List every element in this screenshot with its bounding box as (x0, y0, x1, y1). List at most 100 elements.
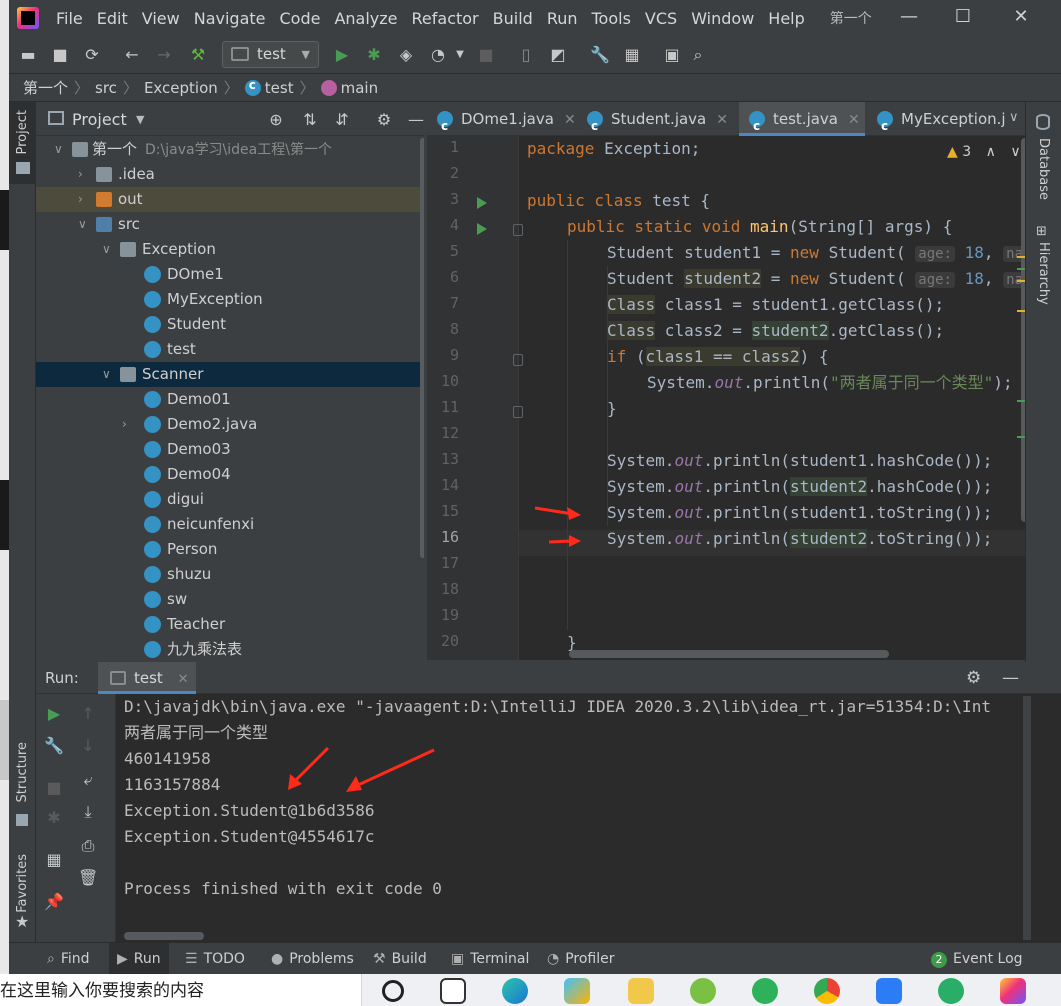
search-icon[interactable]: ⌕ (687, 44, 709, 66)
debug-icon[interactable]: ✱ (44, 808, 64, 828)
build-tool-button[interactable]: ⚒ Build (373, 951, 427, 967)
problems-tool-button[interactable]: ● Problems (271, 951, 354, 967)
run-icon[interactable]: ▶ (331, 44, 353, 66)
tab-test[interactable]: test.java ✕ (739, 102, 865, 143)
tab-dome1[interactable]: DOme1.java ✕ (427, 102, 576, 143)
minimize-icon[interactable]: — (889, 6, 929, 30)
run-configuration-select[interactable]: test ▼ (222, 41, 319, 68)
tree-node-root[interactable]: ∨ 第一个 D:\java学习\idea工程\第一个 (36, 137, 424, 162)
run-main-gutter-icon[interactable] (477, 223, 487, 235)
tree-node-class[interactable]: Person (36, 537, 424, 562)
build-hammer-icon[interactable]: ⚒ (187, 44, 209, 66)
open-folder-icon[interactable]: ▬ (17, 44, 39, 66)
find-tool-button[interactable]: ⌕ Find (47, 951, 90, 967)
menu-tools[interactable]: Tools (585, 9, 638, 28)
tree-node-src[interactable]: ∨ src (36, 212, 424, 237)
profile-icon[interactable]: ◔ (427, 44, 449, 66)
breadcrumb-item-class[interactable]: test (265, 79, 294, 97)
tree-node-class[interactable]: test (36, 337, 424, 362)
close-tab-icon[interactable]: ✕ (716, 112, 728, 128)
fold-marker-icon[interactable] (513, 406, 523, 418)
vscode-icon[interactable] (876, 978, 902, 1004)
tree-node-out[interactable]: › out (36, 187, 424, 212)
device-icon[interactable]: ▯ (515, 44, 537, 66)
profiler-tool-button[interactable]: ◔ Profiler (547, 951, 615, 967)
chevron-down-icon[interactable]: ▼ (136, 113, 144, 126)
scroll-down-icon[interactable]: ↓ (78, 736, 98, 756)
cortana-icon[interactable] (382, 980, 404, 1002)
sync-icon[interactable]: ⟳ (81, 44, 103, 66)
tree-node-class[interactable]: Demo03 (36, 437, 424, 462)
chrome-icon[interactable] (814, 978, 840, 1004)
tree-node-idea[interactable]: › .idea (36, 162, 424, 187)
project-structure-icon[interactable]: ▦ (621, 44, 643, 66)
close-tab-icon[interactable]: ✕ (178, 672, 189, 687)
todo-tool-button[interactable]: ☰ TODO (185, 951, 245, 967)
file-explorer-icon[interactable] (628, 978, 654, 1004)
menu-analyze[interactable]: Analyze (327, 9, 404, 28)
breadcrumb-item-project[interactable]: 第一个 (23, 77, 68, 98)
next-highlight-icon[interactable]: ∨ (1010, 144, 1020, 160)
run-tab-test[interactable]: test ✕ (98, 662, 196, 694)
inspection-widget[interactable]: ▲ 3 ∧ ∨ (947, 144, 1021, 160)
event-log-button[interactable]: 2 Event Log (931, 951, 1023, 968)
menu-navigate[interactable]: Navigate (187, 9, 273, 28)
expand-all-icon[interactable]: ⇅ (300, 110, 320, 130)
menu-code[interactable]: Code (273, 9, 328, 28)
menu-file[interactable]: File (49, 9, 90, 28)
menu-refactor[interactable]: Refactor (405, 9, 486, 28)
hierarchy-tool-tab[interactable]: Hierarchy (1036, 242, 1051, 305)
sdk-icon[interactable]: ◩ (547, 44, 569, 66)
tree-node-class[interactable]: › Demo2.java (36, 412, 424, 437)
menu-edit[interactable]: Edit (90, 9, 135, 28)
maximize-icon[interactable]: ☐ (943, 6, 983, 30)
app-icon[interactable] (690, 978, 716, 1004)
console-scrollbar[interactable] (1023, 696, 1031, 940)
tabs-dropdown-icon[interactable]: ∨ (1009, 110, 1019, 125)
taskbar-search-input[interactable]: 在这里输入你要搜索的内容 (0, 974, 362, 1006)
tree-node-class[interactable]: Demo01 (36, 387, 424, 412)
coverage-icon[interactable]: ◈ (395, 44, 417, 66)
run-class-gutter-icon[interactable] (477, 197, 487, 209)
project-panel-title[interactable]: Project (72, 110, 127, 129)
run-tool-button[interactable]: ▶ Run (109, 943, 169, 974)
gear-icon[interactable]: ⚙ (966, 668, 981, 688)
structure-tool-tab[interactable]: Structure (15, 742, 30, 802)
tree-node-class[interactable]: digui (36, 487, 424, 512)
task-view-icon[interactable] (440, 978, 466, 1004)
breadcrumb-item-method[interactable]: main (341, 79, 378, 97)
browser-icon[interactable] (752, 978, 778, 1004)
hide-panel-icon[interactable]: — (1002, 668, 1019, 688)
tree-node-class[interactable]: Student (36, 312, 424, 337)
print-icon[interactable]: ⎙ (78, 836, 98, 856)
menu-window[interactable]: Window (684, 9, 761, 28)
intellij-taskbar-icon[interactable] (1000, 978, 1026, 1004)
profile-dropdown-icon[interactable]: ▼ (449, 44, 471, 66)
back-icon[interactable]: ← (121, 44, 143, 66)
console-horizontal-scrollbar[interactable] (124, 932, 204, 940)
tree-node-class[interactable]: neicunfenxi (36, 512, 424, 537)
favorites-tool-tab[interactable]: Favorites (15, 854, 30, 913)
wrench-icon[interactable]: 🔧 (44, 736, 64, 756)
debug-icon[interactable]: ✱ (363, 44, 385, 66)
pin-icon[interactable]: 📌 (44, 892, 64, 912)
code-area[interactable]: package Exception; public class test { p… (527, 136, 1025, 660)
tab-student[interactable]: Student.java ✕ (577, 102, 737, 143)
tree-node-class[interactable]: MyException (36, 287, 424, 312)
console-output[interactable]: D:\javajdk\bin\java.exe "-javaagent:D:\I… (124, 694, 1049, 942)
menu-vcs[interactable]: VCS (638, 9, 684, 28)
previous-highlight-icon[interactable]: ∧ (986, 144, 996, 160)
close-icon[interactable]: ✕ (1001, 6, 1041, 30)
scroll-up-icon[interactable]: ↑ (78, 704, 98, 724)
locate-icon[interactable]: ⊕ (266, 110, 286, 130)
tab-myexception[interactable]: MyException.j (867, 102, 1007, 143)
breadcrumb-item-src[interactable]: src (95, 79, 117, 97)
presentation-icon[interactable]: ▣ (661, 44, 683, 66)
settings-wrench-icon[interactable]: 🔧 (589, 44, 611, 66)
terminal-tool-button[interactable]: ▣ Terminal (451, 951, 529, 967)
trash-icon[interactable]: 🗑 (78, 868, 98, 888)
tree-node-class[interactable]: 九九乘法表 (36, 637, 424, 660)
forward-icon[interactable]: → (153, 44, 175, 66)
close-tab-icon[interactable]: ✕ (564, 112, 576, 128)
tree-node-class[interactable]: Demo04 (36, 462, 424, 487)
